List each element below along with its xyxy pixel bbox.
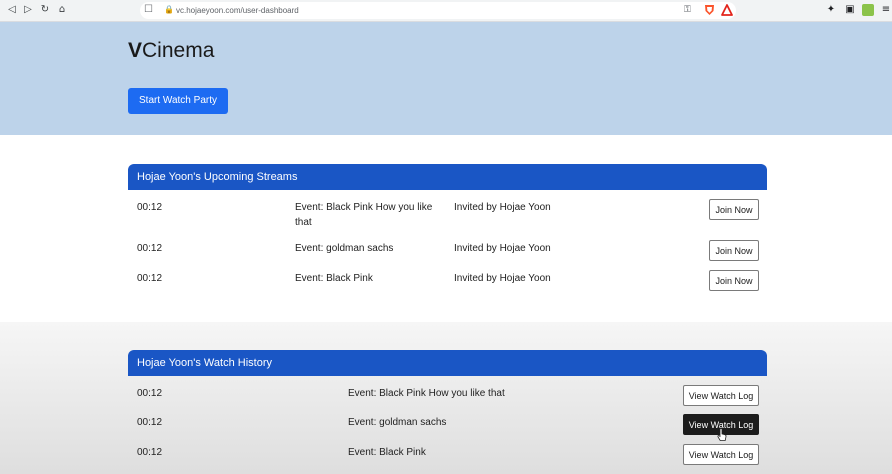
browser-toolbar: ◁ ▷ ↻ ⌂ ☐ 🔒 vc.hojaeyoon.com/user-dashbo… (0, 0, 892, 22)
row-time: 00:12 (137, 388, 163, 399)
row-event: Event: goldman sachs (295, 243, 394, 254)
address-bar[interactable]: ☐ 🔒 vc.hojaeyoon.com/user-dashboard ⚿ (140, 2, 736, 19)
join-now-button[interactable]: Join Now (709, 240, 759, 261)
row-time: 00:12 (137, 447, 163, 458)
brand-rest: Cinema (142, 39, 215, 62)
row-invited: Invited by Hojae Yoon (454, 202, 551, 213)
notes-extension-icon[interactable] (862, 4, 874, 16)
key-icon[interactable]: ⚿ (684, 3, 691, 17)
brand-strong: V (128, 39, 143, 62)
join-now-button[interactable]: Join Now (709, 270, 759, 291)
upcoming-streams-header: Hojae Yoon's Upcoming Streams (128, 164, 767, 190)
start-watch-party-button[interactable]: Start Watch Party (128, 88, 228, 114)
row-invited: Invited by Hojae Yoon (454, 243, 551, 254)
menu-icon[interactable]: ≡ (879, 3, 892, 17)
hand-cursor-icon (717, 428, 727, 441)
row-event: Event: Black Pink How you like that (295, 202, 433, 228)
brave-rewards-icon[interactable] (721, 4, 733, 16)
row-event: Event: goldman sachs (348, 417, 447, 428)
row-event: Event: Black Pink (295, 273, 373, 284)
row-event: Event: Black Pink (348, 447, 426, 458)
extensions-puzzle-icon[interactable]: ✦ (824, 3, 838, 17)
row-time: 00:12 (137, 243, 163, 254)
row-time: 00:12 (137, 417, 163, 428)
home-icon[interactable]: ⌂ (55, 3, 69, 17)
view-watch-log-button[interactable]: View Watch Log (683, 385, 759, 406)
page: ◁ ▷ ↻ ⌂ ☐ 🔒 vc.hojaeyoon.com/user-dashbo… (0, 0, 892, 474)
join-now-button[interactable]: Join Now (709, 199, 759, 220)
watch-history-header: Hojae Yoon's Watch History (128, 350, 767, 376)
forward-icon[interactable]: ▷ (21, 3, 35, 17)
view-watch-log-button[interactable]: View Watch Log (683, 444, 759, 465)
row-time: 00:12 (137, 202, 163, 213)
row-invited: Invited by Hojae Yoon (454, 273, 551, 284)
url-text[interactable]: vc.hojaeyoon.com/user-dashboard (176, 4, 299, 17)
back-icon[interactable]: ◁ (5, 3, 19, 17)
page-header: VCinema Start Watch Party (0, 22, 892, 135)
brand-logo[interactable]: VCinema (128, 39, 214, 63)
media-icon[interactable]: ▣ (843, 3, 857, 17)
lock-icon[interactable]: 🔒 (164, 3, 174, 17)
brave-shield-icon[interactable] (704, 4, 715, 16)
row-time: 00:12 (137, 273, 163, 284)
row-event: Event: Black Pink How you like that (348, 388, 505, 399)
reload-icon[interactable]: ↻ (38, 3, 52, 17)
bookmark-icon[interactable]: ☐ (144, 3, 156, 17)
